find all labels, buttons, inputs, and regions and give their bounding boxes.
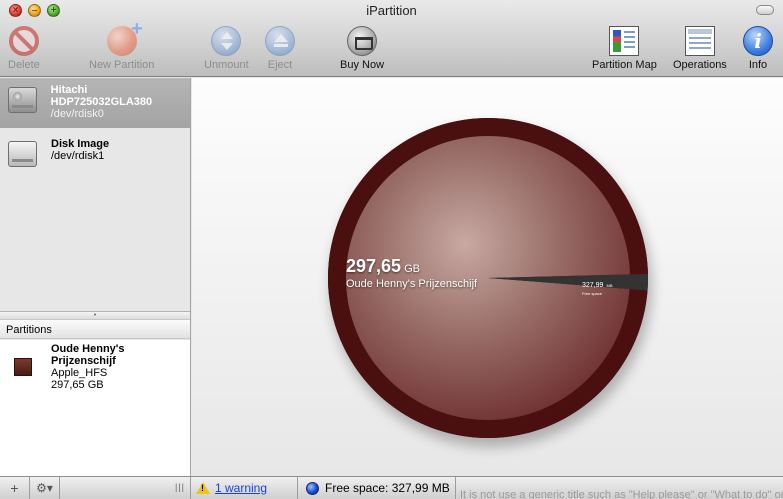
new-partition-icon [106,18,143,56]
ipartition-window: iPartition Delete New Partition Unmount … [0,0,783,499]
partition-slice-unit: GB [404,263,421,275]
warning-icon [196,482,210,494]
action-menu-button[interactable]: ⚙▾ [30,477,60,499]
buy-now-label: Buy Now [340,59,385,71]
delete-icon [8,26,39,56]
buy-now-button[interactable]: Buy Now [340,26,384,72]
operations-button[interactable]: Operations [673,26,727,72]
disk-name: Hitachi HDP725032GLA380 [50,84,153,108]
eject-label: Eject [267,59,293,71]
unmount-label: Unmount [204,59,249,71]
add-disk-button[interactable]: + [0,477,30,499]
free-slice-label: 327,99 MB Free space [582,280,612,298]
warning-link[interactable]: 1 warning [215,481,267,495]
sidebar-resize-handle[interactable]: ||| [175,482,185,492]
disk-image-icon [8,141,37,167]
toolbar: iPartition Delete New Partition Unmount … [0,0,783,77]
partition-list-item[interactable]: Oude Henny's Prijzenschijf Apple_HFS 297… [0,340,190,391]
disk-device: /dev/rdisk1 [51,150,105,162]
info-label: Info [748,59,768,71]
window-title: iPartition [366,3,417,18]
toolbar-toggle-button[interactable] [756,5,774,15]
partition-map-label: Partition Map [592,59,657,71]
partitions-header: Partitions [0,319,190,339]
globe-icon [306,481,319,495]
gear-icon: ⚙▾ [36,481,53,495]
disk-item-disk-image[interactable]: Disk Image /dev/rdisk1 [0,132,190,182]
info-button[interactable]: i Info [743,26,773,72]
info-icon: i [743,26,773,56]
partition-color-swatch [14,358,32,376]
new-partition-button[interactable]: New Partition [89,18,155,72]
partition-size: 297,65 GB [51,379,104,391]
delete-button[interactable]: Delete [8,26,40,72]
partition-slice-name: Oude Henny's Prijzenschijf [346,278,478,290]
free-space-text: Free space: 327,99 MB [325,481,450,495]
split-view-handle[interactable]: • [0,311,190,319]
unmount-button[interactable]: Unmount [204,26,249,72]
status-divider [455,477,456,499]
status-bar: + ⚙▾ ||| 1 warning Free space: 327,99 MB… [0,476,783,499]
warning-status: 1 warning [196,481,267,495]
free-space-status: Free space: 327,99 MB [306,481,450,495]
free-slice-name: Free space [582,291,603,296]
hard-drive-icon [8,87,37,113]
partition-map-icon [609,26,640,56]
new-partition-label: New Partition [89,59,155,71]
free-slice-unit: MB [606,283,613,288]
disk-item-hitachi[interactable]: Hitachi HDP725032GLA380 /dev/rdisk0 [0,78,190,128]
partitions-list: Oude Henny's Prijzenschijf Apple_HFS 297… [0,340,190,476]
operations-icon [684,26,715,56]
disk-device: /dev/rdisk0 [50,108,104,120]
partition-chart-area [192,78,783,476]
sidebar: Hitachi HDP725032GLA380 /dev/rdisk0 Disk… [0,78,191,476]
disk-name: Disk Image [51,138,110,150]
eject-icon [265,26,295,56]
eject-button[interactable]: Eject [265,26,295,72]
status-divider [297,477,298,499]
partition-name: Oude Henny's Prijzenschijf [51,343,125,367]
unmount-icon [211,26,242,56]
shopping-cart-icon [347,26,378,56]
delete-label: Delete [8,59,40,71]
partition-slice-label: 297,65 GB Oude Henny's Prijzenschijf [346,256,477,290]
free-slice-size: 327,99 [582,282,604,289]
partition-map-button[interactable]: Partition Map [592,26,657,72]
background-window-text: It is not use a generic title such as "H… [460,489,783,499]
partition-slice-size: 297,65 [346,256,402,276]
partition-format: Apple_HFS [51,367,108,379]
status-divider [190,477,191,499]
operations-label: Operations [673,59,727,71]
